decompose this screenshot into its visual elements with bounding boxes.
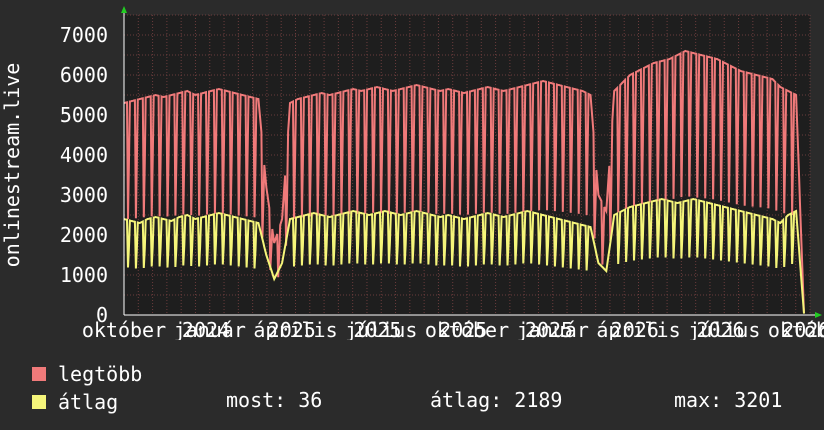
x-tick-label: július: [345, 318, 417, 340]
legend-label-max: legtöbb: [58, 362, 143, 386]
y-axis-arrow-icon: [121, 6, 127, 13]
x-tick-label: október: [768, 318, 824, 340]
y-tick-labels: 01000200030004000500060007000: [60, 23, 108, 327]
legend: legtöbb átlag: [32, 360, 142, 416]
y-axis-label: onlinestream.live: [0, 63, 24, 268]
stat-current: most: 36: [226, 388, 323, 412]
x-tick-label: július: [688, 318, 760, 340]
x-tick-label: január: [517, 318, 589, 340]
legend-label-avg: átlag: [58, 390, 119, 414]
x-tick-labels: október 2024január 2025április 2025július 20…: [82, 318, 824, 340]
y-tick-label: 6000: [60, 63, 108, 87]
legend-swatch-max: [32, 367, 46, 381]
line-chart: 01000200030004000500060007000 október 202…: [0, 6, 824, 340]
legend-swatch-avg: [32, 395, 46, 409]
stat-average: átlag: 2189: [430, 388, 563, 412]
y-tick-label: 4000: [60, 143, 108, 167]
y-tick-label: 1000: [60, 263, 108, 287]
y-tick-label: 2000: [60, 223, 108, 247]
legend-item-avg: átlag: [32, 388, 142, 416]
x-tick-label: január: [174, 318, 246, 340]
x-tick-label: október: [425, 318, 509, 340]
legend-item-max: legtöbb: [32, 360, 142, 388]
x-tick-label: október: [82, 318, 166, 340]
y-tick-label: 3000: [60, 183, 108, 207]
stat-max: max: 3201: [674, 388, 783, 412]
y-tick-label: 5000: [60, 103, 108, 127]
y-tick-label: 7000: [60, 23, 108, 47]
x-tick-label: április: [596, 318, 680, 340]
x-tick-label: április: [253, 318, 337, 340]
